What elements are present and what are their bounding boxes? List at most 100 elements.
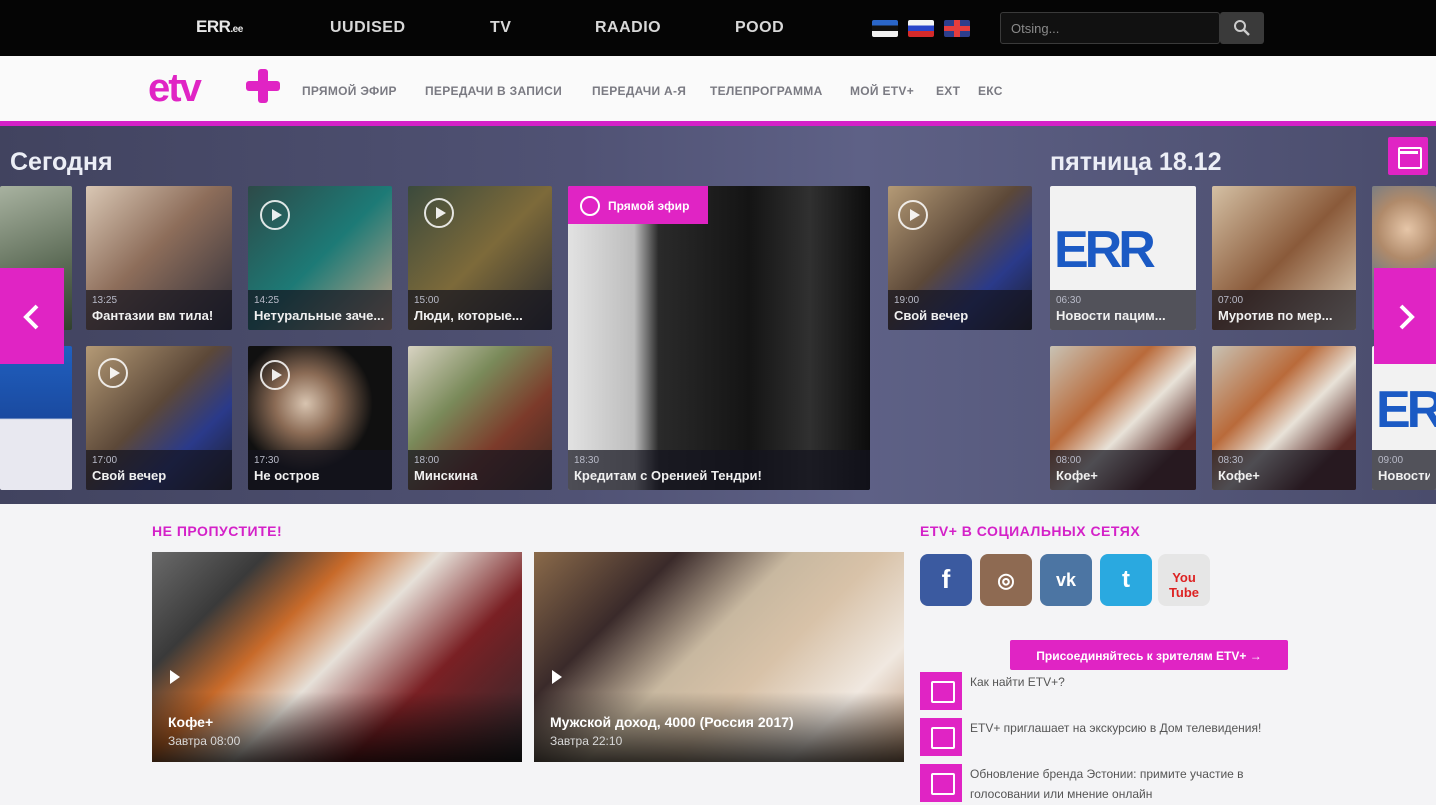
tile-caption: 18:00 Минскина [408, 450, 552, 490]
tile-time: 13:25 [92, 295, 118, 306]
flag-ru-icon[interactable] [908, 20, 934, 37]
carousel-next-button[interactable] [1374, 268, 1436, 364]
tile-caption: 08:30 Кофе+ [1212, 450, 1356, 490]
etv-nav-live[interactable]: ПРЯМОЙ ЭФИР [302, 84, 397, 98]
tile-title: Минскина [414, 468, 478, 483]
err-logo[interactable]: ERR.ee [196, 17, 243, 37]
news-icon [920, 718, 962, 756]
featured-subtitle: Завтра 08:00 [168, 734, 241, 748]
schedule-tile[interactable]: 19:00 Свой вечер [888, 186, 1032, 330]
search-input[interactable]: Otsing... [1000, 12, 1220, 44]
tile-time: 08:00 [1056, 455, 1082, 466]
dont-miss-title: НЕ ПРОПУСТИТЕ! [152, 523, 283, 539]
live-badge: Прямой эфир [568, 186, 708, 224]
carousel-prev-button[interactable] [0, 268, 64, 364]
nav-item-pood[interactable]: POOD [735, 19, 784, 37]
tile-time: 19:00 [894, 295, 920, 306]
tile-title: Фантазии вм тила! [92, 308, 214, 323]
nav-item-tv[interactable]: TV [490, 19, 511, 37]
news-icon [920, 672, 962, 710]
news-link[interactable]: ETV+ приглашает на экскурсию в Дом телев… [970, 718, 1270, 738]
schedule-tile[interactable]: 15:00 Люди, которые... [408, 186, 552, 330]
tile-time: 14:25 [254, 295, 280, 306]
schedule-tile[interactable] [0, 346, 72, 490]
featured-card[interactable]: Кофе+ Завтра 08:00 [152, 552, 522, 762]
schedule-tile[interactable]: 17:30 Не остров [248, 346, 392, 490]
news-icon [920, 764, 962, 802]
news-link[interactable]: Как найти ETV+? [970, 672, 1270, 692]
play-icon [170, 670, 180, 684]
schedule-tile[interactable]: 18:00 Минскина [408, 346, 552, 490]
flag-ee-icon[interactable] [872, 20, 898, 37]
schedule-tile[interactable]: ERR 06:30 Новости пацим... [1050, 186, 1196, 330]
schedule-tile[interactable]: 07:00 Муротив по мер... [1212, 186, 1356, 330]
nav-item-uudised[interactable]: UUDISED [330, 19, 406, 37]
featured-caption: Кофе+ Завтра 08:00 [152, 692, 522, 762]
search-icon [1234, 20, 1250, 36]
youtube-icon[interactable]: You Tube [1158, 554, 1210, 606]
tile-caption: 06:30 Новости пацим... [1050, 290, 1196, 330]
tile-caption: 17:30 Не остров [248, 450, 392, 490]
instagram-icon[interactable]: ◎ [980, 554, 1032, 606]
schedule-tile[interactable]: 13:25 Фантазии вм тила! [86, 186, 232, 330]
featured-subtitle: Завтра 22:10 [550, 734, 623, 748]
calendar-button[interactable] [1388, 137, 1428, 175]
twitter-icon[interactable]: t [1100, 554, 1152, 606]
tile-caption: 13:25 Фантазии вм тила! [86, 290, 232, 330]
tile-title: Новости [1378, 468, 1430, 483]
tile-title: Свой вечер [92, 468, 167, 483]
tile-time: 17:30 [254, 455, 280, 466]
tile-caption: 17:00 Свой вечер [86, 450, 232, 490]
play-icon [898, 200, 928, 230]
join-viewers-button[interactable]: Присоединяйтесь к зрителям ETV+ → [1010, 640, 1288, 670]
vk-icon[interactable]: vk [1040, 554, 1092, 606]
news-link[interactable]: Обновление бренда Эстонии: примите участ… [970, 764, 1270, 804]
play-icon [552, 670, 562, 684]
schedule-tile[interactable]: ER 09:00 Новости [1372, 346, 1436, 490]
tile-time: 06:30 [1056, 295, 1082, 306]
next-day-title: пятница 18.12 [1050, 148, 1222, 176]
etv-logo[interactable]: etv [148, 68, 202, 108]
tile-time: 15:00 [414, 295, 440, 306]
play-icon [260, 360, 290, 390]
etv-plus-icon [246, 69, 280, 103]
tile-caption: 19:00 Свой вечер [888, 290, 1032, 330]
tile-time: 08:30 [1218, 455, 1244, 466]
tile-title: Муротив по мер... [1218, 308, 1333, 323]
err-brand-graphic: ERR [1054, 221, 1156, 279]
play-icon [98, 358, 128, 388]
tile-title: Свой вечер [894, 308, 969, 323]
tile-image [568, 186, 870, 490]
tile-title: Не остров [254, 468, 320, 483]
tile-title: Кофе+ [1218, 468, 1260, 483]
chevron-left-icon [23, 304, 39, 330]
etv-nav-eht[interactable]: ЕХТ [936, 84, 960, 98]
tile-time: 07:00 [1218, 295, 1244, 306]
etv-nav-recordings[interactable]: ПЕРЕДАЧИ В ЗАПИСИ [425, 84, 562, 98]
nav-item-raadio[interactable]: RAADIO [595, 19, 661, 37]
tile-time: 17:00 [92, 455, 118, 466]
tile-caption: 15:00 Люди, которые... [408, 290, 552, 330]
err-brand-graphic: ER [1376, 381, 1436, 439]
schedule-tile[interactable]: 17:00 Свой вечер [86, 346, 232, 490]
etv-nav-eks[interactable]: ЕКС [978, 84, 1003, 98]
etv-nav-my-etv[interactable]: МОЙ ETV+ [850, 84, 914, 98]
tile-image [0, 346, 72, 490]
err-logo-suffix: .ee [230, 24, 243, 35]
tile-caption: 09:00 Новости [1372, 450, 1436, 490]
search-button[interactable] [1220, 12, 1264, 44]
facebook-icon[interactable]: f [920, 554, 972, 606]
today-title: Сегодня [10, 148, 113, 176]
flag-en-icon[interactable] [944, 20, 970, 37]
schedule-tile[interactable]: 08:00 Кофе+ [1050, 346, 1196, 490]
schedule-tile[interactable]: 08:30 Кофе+ [1212, 346, 1356, 490]
live-tile[interactable]: Прямой эфир 18:30 Кредитам с Оренией Тенд… [568, 186, 870, 490]
err-logo-text: ERR [196, 17, 231, 36]
featured-card[interactable]: Мужской доход, 4000 (Россия 2017) Завтра… [534, 552, 904, 762]
schedule-tile[interactable]: 14:25 Нетуральные заче... [248, 186, 392, 330]
etv-header: etv ПРЯМОЙ ЭФИР ПЕРЕДАЧИ В ЗАПИСИ ПЕРЕДА… [0, 56, 1436, 122]
tile-title: Кофе+ [1056, 468, 1098, 483]
etv-nav-tv-guide[interactable]: ТЕЛЕПРОГРАММА [710, 84, 823, 98]
play-icon [260, 200, 290, 230]
etv-nav-shows-az[interactable]: ПЕРЕДАЧИ А-Я [592, 84, 686, 98]
